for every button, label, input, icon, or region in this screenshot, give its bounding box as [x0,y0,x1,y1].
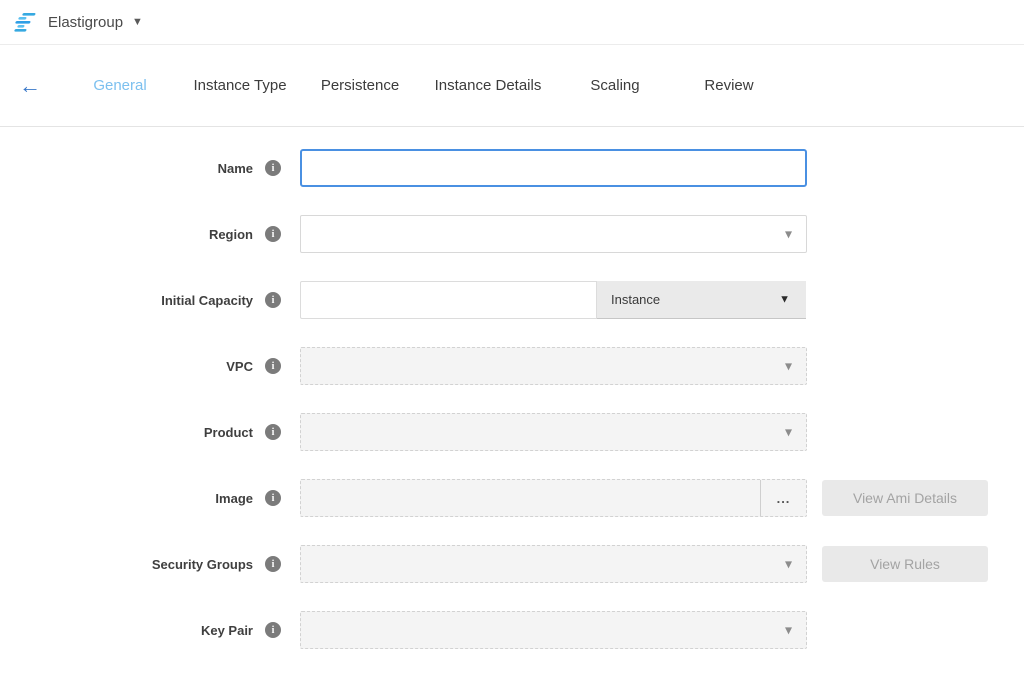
name-input[interactable] [302,151,805,185]
initial-capacity-input[interactable] [301,282,596,318]
image-info-icon[interactable]: i [265,490,281,506]
tab-review[interactable]: Review [674,77,784,94]
app-switcher-caret-icon[interactable]: ▼ [132,17,143,28]
initial-capacity-info-icon[interactable]: i [265,292,281,308]
image-input-wrap: ... [300,479,807,517]
top-bar: Elastigroup ▼ [0,0,1024,45]
general-settings-form: Name i Region i ▾ Initial Capacity i [0,127,1024,649]
key-pair-select: ▾ [300,611,807,649]
vpc-label: VPC [226,359,253,374]
capacity-unit-select[interactable]: Instance ▼ [597,281,806,319]
initial-capacity-label: Initial Capacity [161,293,253,308]
image-browse-button[interactable]: ... [760,480,806,516]
initial-capacity-input-wrap [300,281,597,319]
wizard-tab-bar: ← General Instance Type Persistence Inst… [0,45,1024,127]
chevron-down-icon: ▾ [785,557,792,571]
image-label: Image [215,491,253,506]
initial-capacity-row: Initial Capacity i Instance ▼ [0,281,1024,319]
region-info-icon[interactable]: i [265,226,281,242]
chevron-down-icon: ▾ [785,623,792,637]
name-label: Name [218,161,253,176]
region-select[interactable]: ▾ [300,215,807,253]
capacity-unit-value: Instance [611,292,660,307]
chevron-down-icon: ▼ [779,294,790,305]
vpc-row: VPC i ▾ [0,347,1024,385]
vpc-info-icon[interactable]: i [265,358,281,374]
image-input [301,480,760,516]
tab-general[interactable]: General [60,77,180,94]
product-label: Product [204,425,253,440]
chevron-down-icon: ▾ [785,227,792,241]
key-pair-info-icon[interactable]: i [265,622,281,638]
tab-instance-type[interactable]: Instance Type [180,77,300,94]
tab-persistence[interactable]: Persistence [300,77,420,94]
key-pair-row: Key Pair i ▾ [0,611,1024,649]
region-row: Region i ▾ [0,215,1024,253]
product-info-icon[interactable]: i [265,424,281,440]
name-row: Name i [0,149,1024,187]
name-input-wrap [300,149,807,187]
back-arrow-icon[interactable]: ← [0,75,60,97]
region-label: Region [209,227,253,242]
image-row: Image i ... View Ami Details [0,479,1024,517]
chevron-down-icon: ▾ [785,425,792,439]
chevron-down-icon: ▾ [785,359,792,373]
key-pair-label: Key Pair [201,623,253,638]
security-groups-info-icon[interactable]: i [265,556,281,572]
name-info-icon[interactable]: i [265,160,281,176]
app-switcher-label[interactable]: Elastigroup [48,14,123,31]
security-groups-select: ▾ [300,545,807,583]
vpc-select: ▾ [300,347,807,385]
security-groups-label: Security Groups [152,557,253,572]
tab-scaling[interactable]: Scaling [556,77,674,94]
product-select: ▾ [300,413,807,451]
product-row: Product i ▾ [0,413,1024,451]
security-groups-row: Security Groups i ▾ View Rules [0,545,1024,583]
elastigroup-logo-icon [14,12,38,32]
tab-instance-details[interactable]: Instance Details [420,77,556,94]
view-ami-details-button[interactable]: View Ami Details [822,480,988,516]
view-rules-button[interactable]: View Rules [822,546,988,582]
